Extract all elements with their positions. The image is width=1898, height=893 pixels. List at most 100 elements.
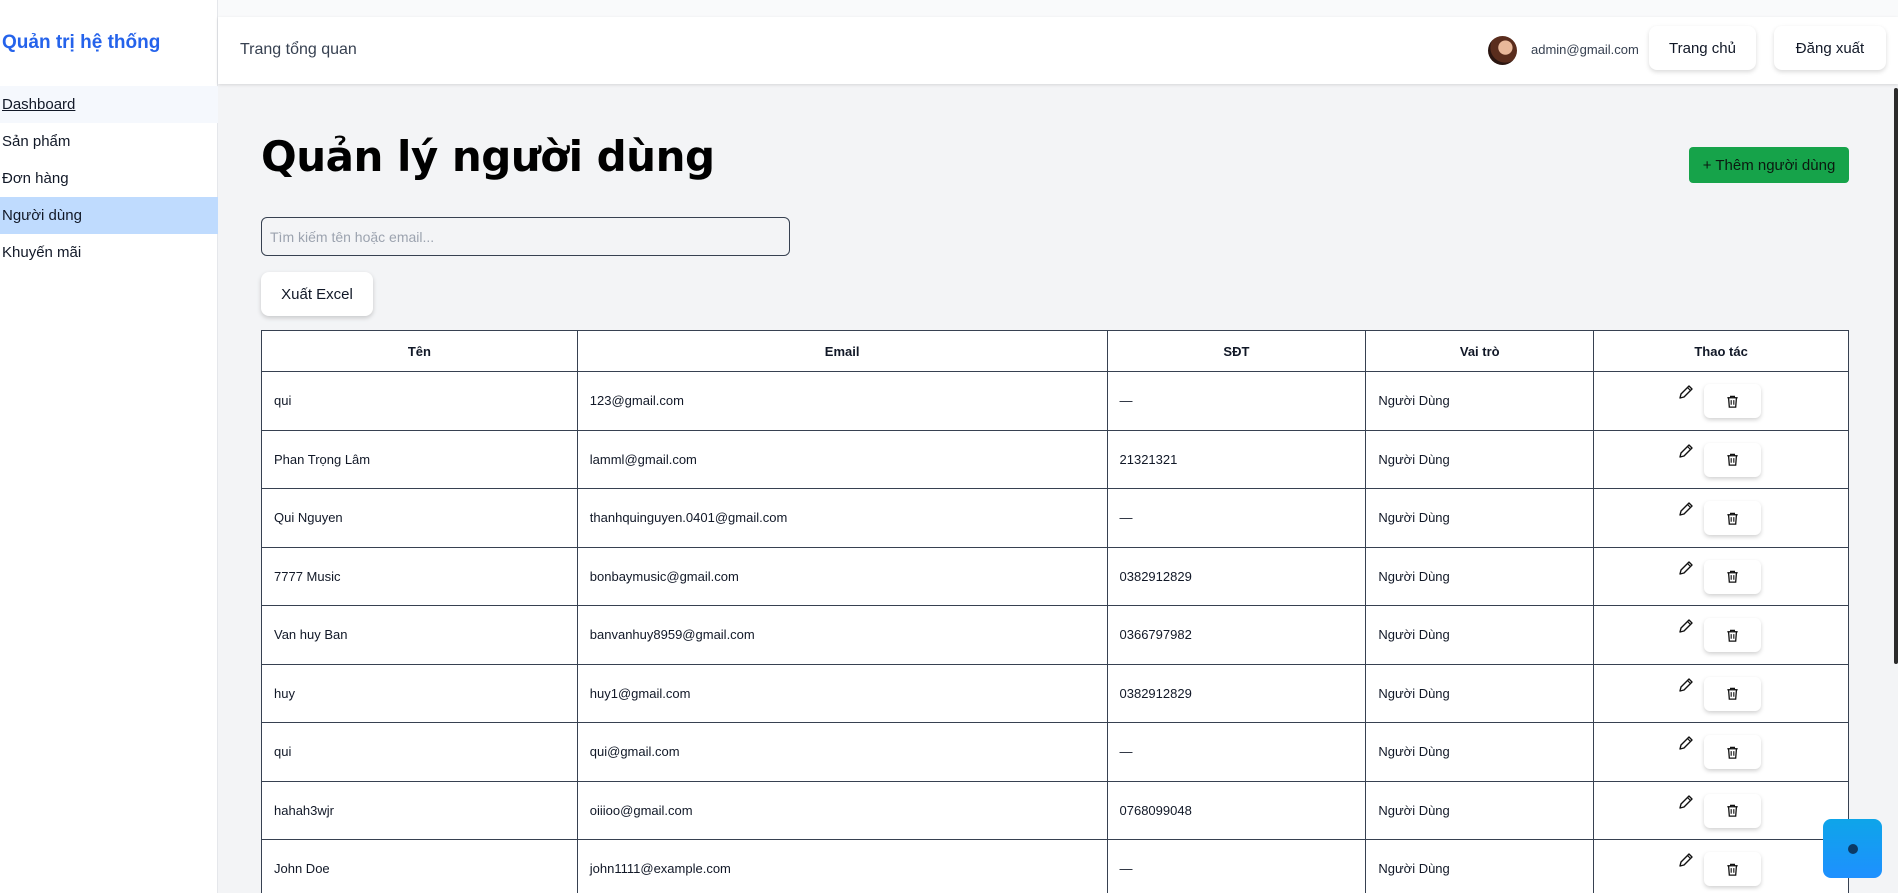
sidebar-item-label: Khuyến mãi <box>2 244 82 261</box>
top-strip <box>0 0 1898 17</box>
sidebar-item-label: Người dùng <box>2 207 82 224</box>
pencil-icon[interactable] <box>1678 735 1694 751</box>
cell-phone: 0366797982 <box>1106 605 1367 665</box>
brand-title: Quản trị hệ thống <box>2 32 161 53</box>
cell-name: Qui Nguyen <box>261 488 578 548</box>
user-email: admin@gmail.com <box>1531 42 1639 57</box>
delete-button[interactable] <box>1704 735 1762 769</box>
cell-phone: 0382912829 <box>1106 546 1367 606</box>
table-row: qui qui@gmail.com — Người Dùng <box>261 722 1849 782</box>
delete-button[interactable] <box>1704 501 1762 535</box>
trash-icon <box>1725 452 1740 467</box>
sidebar-item-users[interactable]: Người dùng <box>0 197 218 234</box>
page-title: Quản lý người dùng <box>261 132 715 181</box>
cell-actions <box>1593 839 1849 893</box>
table-row: Van huy Ban banvanhuy8959@gmail.com 036679… <box>261 605 1849 665</box>
cell-phone: — <box>1106 722 1367 782</box>
sidebar-nav: Dashboard Sản phẩm Đơn hàng Người dùng K… <box>0 86 218 271</box>
add-user-button[interactable]: + Thêm người dùng <box>1689 147 1849 183</box>
home-button[interactable]: Trang chủ <box>1649 26 1756 70</box>
cell-actions <box>1593 780 1849 840</box>
pencil-icon[interactable] <box>1678 794 1694 810</box>
cell-name: qui <box>261 371 578 431</box>
cell-role: Người Dùng <box>1365 780 1595 840</box>
table-row: Phan Trọng Lâm lamml@gmail.com 21321321 Ngư… <box>261 429 1849 489</box>
delete-button[interactable] <box>1704 676 1762 711</box>
cell-email: thanhquinguyen.0401@gmail.com <box>576 488 1108 548</box>
cell-phone: 0768099048 <box>1106 780 1367 840</box>
table-header-row: Tên Email SĐT Vai trò Thao tác <box>261 330 1849 372</box>
sidebar-item-label: Sản phẩm <box>2 133 71 150</box>
cell-email: banvanhuy8959@gmail.com <box>576 605 1108 665</box>
scrollbar[interactable] <box>1894 88 1898 664</box>
column-header-email[interactable]: Email <box>576 330 1108 372</box>
cell-actions <box>1593 546 1849 606</box>
cell-phone: — <box>1106 839 1367 893</box>
column-header-name[interactable]: Tên <box>261 330 578 372</box>
delete-button[interactable] <box>1704 618 1762 652</box>
delete-button[interactable] <box>1704 793 1762 828</box>
delete-button[interactable] <box>1704 442 1762 477</box>
export-excel-button[interactable]: Xuất Excel <box>261 272 373 316</box>
delete-button[interactable] <box>1704 384 1762 418</box>
cell-phone: — <box>1106 488 1367 548</box>
trash-icon <box>1725 803 1740 818</box>
trash-icon <box>1725 628 1740 643</box>
cell-name: Phan Trọng Lâm <box>261 429 578 489</box>
column-header-role[interactable]: Vai trò <box>1365 330 1595 372</box>
sidebar-item-label: Dashboard <box>2 96 76 113</box>
sidebar-item-orders[interactable]: Đơn hàng <box>0 160 218 197</box>
sidebar: Quản trị hệ thống Dashboard Sản phẩm Đơn… <box>0 0 218 893</box>
trash-icon <box>1725 862 1740 877</box>
avatar[interactable] <box>1488 36 1517 65</box>
cell-actions <box>1593 663 1849 723</box>
trash-icon <box>1725 511 1740 526</box>
header-title: Trang tổng quan <box>240 41 357 58</box>
sidebar-item-products[interactable]: Sản phẩm <box>0 123 218 160</box>
trash-icon <box>1725 569 1740 584</box>
pencil-icon[interactable] <box>1678 618 1694 634</box>
pencil-icon[interactable] <box>1678 501 1694 517</box>
cell-role: Người Dùng <box>1365 663 1595 723</box>
table-row: qui 123@gmail.com — Người Dùng <box>261 371 1849 431</box>
chat-icon <box>1847 843 1858 854</box>
cell-phone: 21321321 <box>1106 429 1367 489</box>
cell-actions <box>1593 488 1849 548</box>
pencil-icon[interactable] <box>1678 443 1694 459</box>
sidebar-item-dashboard[interactable]: Dashboard <box>0 86 218 123</box>
cell-actions <box>1593 371 1849 431</box>
sidebar-item-label: Đơn hàng <box>2 170 69 187</box>
column-header-actions: Thao tác <box>1593 330 1849 372</box>
pencil-icon[interactable] <box>1678 677 1694 693</box>
table-row: John Doe john1111@example.com — Người Dùng <box>261 839 1849 893</box>
search-input[interactable] <box>261 217 790 256</box>
cell-role: Người Dùng <box>1365 605 1595 665</box>
cell-name: qui <box>261 722 578 782</box>
delete-button[interactable] <box>1704 852 1762 886</box>
pencil-icon[interactable] <box>1678 852 1694 868</box>
cell-email: oiiioo@gmail.com <box>576 780 1108 840</box>
sidebar-item-promotions[interactable]: Khuyến mãi <box>0 234 218 271</box>
cell-role: Người Dùng <box>1365 722 1595 782</box>
cell-role: Người Dùng <box>1365 546 1595 606</box>
trash-icon <box>1725 394 1740 409</box>
pencil-icon[interactable] <box>1678 560 1694 576</box>
trash-icon <box>1725 686 1740 701</box>
pencil-icon[interactable] <box>1678 384 1694 400</box>
cell-name: hahah3wjr <box>261 780 578 840</box>
cell-name: huy <box>261 663 578 723</box>
cell-role: Người Dùng <box>1365 488 1595 548</box>
column-header-phone[interactable]: SĐT <box>1106 330 1367 372</box>
cell-role: Người Dùng <box>1365 429 1595 489</box>
delete-button[interactable] <box>1704 559 1762 594</box>
cell-phone: — <box>1106 371 1367 431</box>
logout-button[interactable]: Đăng xuất <box>1774 26 1886 70</box>
chat-button[interactable] <box>1823 819 1882 878</box>
users-table: Tên Email SĐT Vai trò Thao tác qui 123@gm… <box>261 330 1849 893</box>
cell-email: qui@gmail.com <box>576 722 1108 782</box>
table-row: Qui Nguyen thanhquinguyen.0401@gmail.com —… <box>261 488 1849 548</box>
top-bar: Trang tổng quan admin@gmail.com Trang ch… <box>218 17 1898 84</box>
cell-phone: 0382912829 <box>1106 663 1367 723</box>
cell-actions <box>1593 722 1849 782</box>
cell-email: 123@gmail.com <box>576 371 1108 431</box>
